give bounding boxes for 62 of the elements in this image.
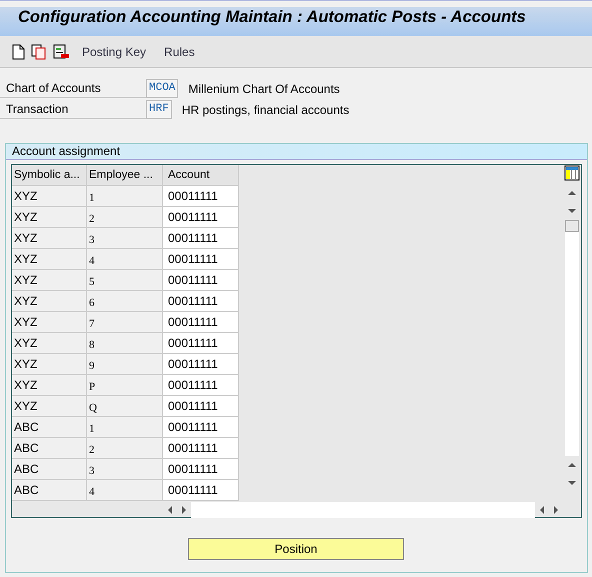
table-cell: XYZ [12, 249, 87, 270]
table-cell: XYZ [12, 228, 87, 249]
field-description: HR postings, financial accounts [182, 102, 350, 118]
field-description: Millenium Chart Of Accounts [188, 80, 340, 98]
input-field[interactable]: 00011111 [163, 459, 239, 480]
scroll-thumb[interactable] [565, 220, 579, 232]
input-field[interactable]: MCOA [146, 79, 178, 98]
table-cell: 4 [87, 480, 163, 501]
table-cell: 2 [87, 438, 163, 459]
toolbar-link[interactable]: Posting Key [76, 42, 152, 60]
table-cell: ABC [12, 480, 87, 501]
input-field[interactable]: 00011111 [163, 438, 239, 459]
input-field[interactable]: 00011111 [163, 312, 239, 333]
table-cell: 3 [87, 228, 163, 249]
input-field[interactable]: 00011111 [163, 354, 239, 375]
group-title: Account assignment [6, 144, 587, 160]
table-cell: ABC [12, 417, 87, 438]
column-header[interactable]: Account [163, 165, 239, 186]
input-field[interactable]: 00011111 [163, 270, 239, 291]
table-cell: XYZ [12, 207, 87, 228]
column-header[interactable]: Symbolic a... [12, 165, 87, 186]
copy-icon[interactable] [31, 44, 47, 60]
table-cell: 1 [87, 417, 163, 438]
table-cell: XYZ [12, 333, 87, 354]
column-layout-icon[interactable] [564, 165, 580, 181]
table-cell: 6 [87, 291, 163, 312]
table-cell: XYZ [12, 312, 87, 333]
input-field[interactable]: 00011111 [163, 249, 239, 270]
column-header[interactable]: Employee ... [87, 165, 163, 186]
window-title: Configuration Accounting Maintain : Automatic Posts - Accounts [18, 8, 526, 26]
table-cell: 7 [87, 312, 163, 333]
input-field[interactable]: 00011111 [163, 480, 239, 501]
table-cell: 1 [87, 186, 163, 207]
table-cell: XYZ [12, 270, 87, 291]
table-cell: XYZ [12, 375, 87, 396]
table-cell: XYZ [12, 291, 87, 312]
table-cell: P [87, 375, 163, 396]
table-cell: 4 [87, 249, 163, 270]
input-field[interactable]: 00011111 [163, 207, 239, 228]
new-document-icon[interactable] [12, 44, 25, 60]
input-field[interactable]: 00011111 [163, 375, 239, 396]
table-cell: 2 [87, 207, 163, 228]
input-field[interactable]: 00011111 [163, 291, 239, 312]
table-cell: ABC [12, 459, 87, 480]
input-field[interactable]: HRF [146, 100, 172, 119]
toolbar-link[interactable]: Rules [158, 42, 201, 60]
table-cell: ABC [12, 438, 87, 459]
scrollbar-track[interactable] [565, 220, 579, 456]
table-cell: Q [87, 396, 163, 417]
table-cell: 3 [87, 459, 163, 480]
table-cell: XYZ [12, 354, 87, 375]
table-cell: 9 [87, 354, 163, 375]
input-field[interactable]: 00011111 [163, 396, 239, 417]
input-field[interactable]: 00011111 [163, 228, 239, 249]
table-cell: XYZ [12, 396, 87, 417]
input-field[interactable]: 00011111 [163, 333, 239, 354]
position-button[interactable]: Position [188, 538, 404, 560]
table-cell: XYZ [12, 186, 87, 207]
input-field[interactable]: 00011111 [163, 186, 239, 207]
input-field[interactable]: 00011111 [163, 417, 239, 438]
table-cell: 8 [87, 333, 163, 354]
table-cell: 5 [87, 270, 163, 291]
